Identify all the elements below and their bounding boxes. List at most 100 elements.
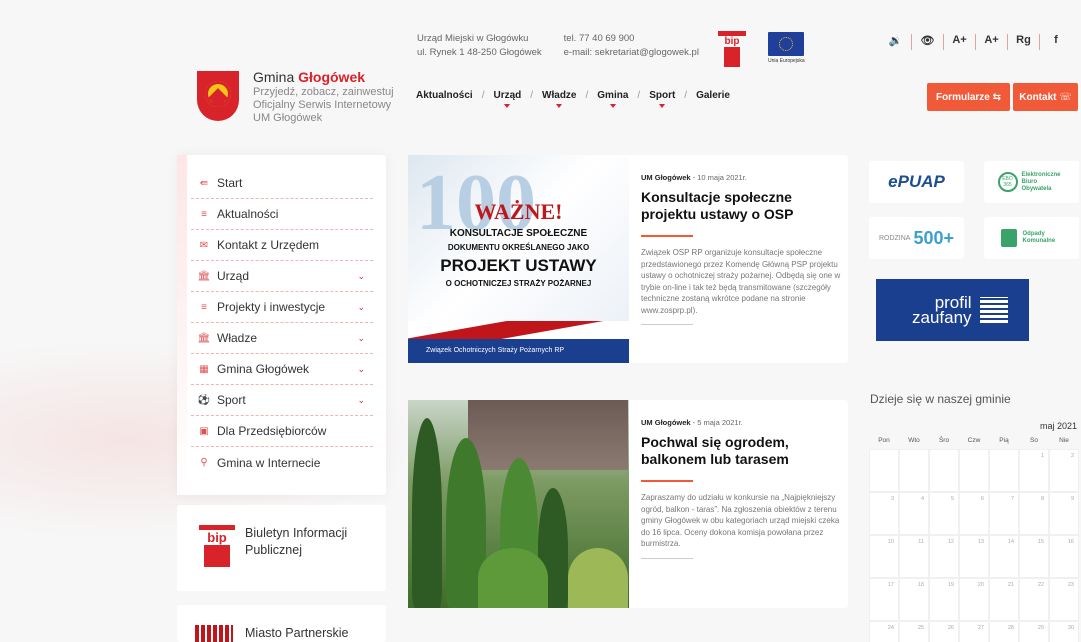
font-increase-large-button[interactable]: A+ xyxy=(976,34,1008,50)
calendar-day[interactable] xyxy=(899,449,929,492)
ebo-label: Elektroniczne Biuro Obywatela xyxy=(1021,171,1061,192)
calendar-day[interactable]: 14 xyxy=(989,535,1019,578)
calendar-day[interactable]: 6 xyxy=(959,492,989,535)
calendar-day[interactable] xyxy=(959,449,989,492)
calendar-day[interactable]: 17 xyxy=(869,578,899,621)
bip-header-logo[interactable]: bip xyxy=(718,31,746,67)
calendar-day[interactable]: 8 xyxy=(1019,492,1049,535)
site-logo[interactable]: Gmina Głogówek Przyjedź, zobacz, zainwes… xyxy=(197,69,394,125)
nav-aktualnosci[interactable]: Aktualności xyxy=(416,90,473,101)
article-title[interactable]: Konsultacje społeczne projektu ustawy o … xyxy=(641,189,841,223)
audio-icon[interactable]: 🔉 xyxy=(880,34,912,50)
sidebar-item-label: Aktualności xyxy=(217,207,279,221)
calendar-day[interactable]: 1 xyxy=(1019,449,1049,492)
calendar-day[interactable]: 16 xyxy=(1049,535,1079,578)
calendar-day[interactable]: 29 xyxy=(1019,621,1049,642)
partner-city-box[interactable]: Miasto Partnerskie xyxy=(177,605,386,642)
partner-city-label: Miasto Partnerskie xyxy=(245,626,349,640)
calendar-day[interactable]: 24 xyxy=(869,621,899,642)
nav-wladze[interactable]: Władze xyxy=(542,90,577,108)
font-increase-button[interactable]: A+ xyxy=(944,34,976,50)
email-link[interactable]: e-mail: sekretariat@glogowek.pl xyxy=(564,46,699,60)
program-500-logo: 500+ xyxy=(913,227,955,248)
profil-zaufany-text: profil zaufany xyxy=(912,294,972,326)
sidebar-item-projekty[interactable]: ≡ Projekty i inwestycje ⌄ xyxy=(191,292,373,323)
nav-gmina[interactable]: Gmina xyxy=(597,90,628,108)
calendar-day[interactable]: 2 xyxy=(1049,449,1079,492)
address-line-2: ul. Rynek 1 48-250 Głogówek xyxy=(417,47,542,58)
bip-logo-icon: bip xyxy=(199,525,235,567)
sidebar-item-gmina[interactable]: ▦ Gmina Głogówek ⌄ xyxy=(191,354,373,385)
odpady-link[interactable]: Odpady Komunalne xyxy=(984,217,1079,259)
sidebar-item-kontakt[interactable]: ✉ Kontakt z Urzędem xyxy=(191,230,373,261)
calendar-day[interactable]: 18 xyxy=(899,578,929,621)
sidebar-item-internet[interactable]: ⚲ Gmina w Internecie xyxy=(191,447,373,478)
sidebar-item-wladze[interactable]: 🏛 Władze ⌄ xyxy=(191,323,373,354)
forms-button[interactable]: Formularze ⇆ xyxy=(927,83,1010,111)
nav-sport[interactable]: Sport xyxy=(649,90,675,108)
article-author: UM Głogówek xyxy=(641,173,691,182)
calendar-day[interactable]: 4 xyxy=(899,492,929,535)
article-card[interactable]: UM Głogówek - 5 maja 2021r. Pochwal się … xyxy=(408,400,848,608)
calendar-day[interactable]: 27 xyxy=(959,621,989,642)
calendar-day[interactable]: 30 xyxy=(1049,621,1079,642)
calendar-day[interactable]: 11 xyxy=(899,535,929,578)
sidebar-item-label: Dla Przedsiębiorców xyxy=(217,424,327,438)
sidebar-item-label: Start xyxy=(217,176,243,190)
contact-button[interactable]: Kontakt ☏ xyxy=(1013,83,1078,111)
sidebar-item-przedsiebiorcy[interactable]: ▣ Dla Przedsiębiorców xyxy=(191,416,373,447)
facebook-icon[interactable]: f xyxy=(1040,34,1072,50)
calendar-day[interactable] xyxy=(929,449,959,492)
sidebar-item-start[interactable]: ⇚ Start xyxy=(191,168,373,199)
calendar-day[interactable]: 25 xyxy=(899,621,929,642)
profil-zaufany-banner[interactable]: profil zaufany xyxy=(876,279,1029,341)
coat-of-arms-icon xyxy=(197,71,239,121)
site-title-name: Głogówek xyxy=(298,69,366,85)
site-title: Gmina Głogówek xyxy=(253,69,394,85)
calendar-day[interactable]: 3 xyxy=(869,492,899,535)
sidebar-item-label: Gmina w Internecie xyxy=(217,455,321,470)
calendar-day[interactable]: 13 xyxy=(959,535,989,578)
calendar-day[interactable]: 5 xyxy=(929,492,959,535)
calendar-day[interactable]: 9 xyxy=(1049,492,1079,535)
calendar-day[interactable]: 26 xyxy=(929,621,959,642)
calendar-day[interactable]: 7 xyxy=(989,492,1019,535)
epuap-link[interactable]: ePUAP xyxy=(869,161,964,203)
contrast-icon[interactable]: 👁 xyxy=(912,34,944,50)
article-image[interactable]: 100 WAŻNE! KONSULTACJE SPOŁECZNE DOKUMEN… xyxy=(408,155,629,363)
calendar-day[interactable]: 22 xyxy=(1019,578,1049,621)
calendar-day[interactable]: 23 xyxy=(1049,578,1079,621)
logo-text: Gmina Głogówek Przyjedź, zobacz, zainwes… xyxy=(253,69,394,125)
ebo-link[interactable]: EBO 365 Elektroniczne Biuro Obywatela xyxy=(984,161,1079,203)
bip-flag xyxy=(204,545,230,567)
article-title[interactable]: Pochwal się ogrodem, balkonem lub tarase… xyxy=(641,434,841,468)
sidebar-item-sport[interactable]: ⚽ Sport ⌄ xyxy=(191,385,373,416)
bip-box[interactable]: bip Biuletyn Informacji Publicznej xyxy=(177,505,386,591)
calendar-day[interactable]: 28 xyxy=(989,621,1019,642)
sidebar-item-aktualnosci[interactable]: ≡ Aktualności xyxy=(191,199,373,230)
calendar-day[interactable] xyxy=(989,449,1019,492)
nav-urzad[interactable]: Urząd xyxy=(493,90,521,108)
sign-language-icon[interactable]: Rg xyxy=(1008,34,1040,50)
calendar-day[interactable]: 21 xyxy=(989,578,1019,621)
nav-galerie[interactable]: Galerie xyxy=(696,90,730,101)
caret-down-icon xyxy=(504,104,511,108)
article-image[interactable] xyxy=(408,400,629,608)
bip-label-line-1: Biuletyn Informacji xyxy=(245,526,348,540)
sidebar-item-urzad[interactable]: 🏛 Urząd ⌄ xyxy=(191,261,373,292)
image-stripe xyxy=(408,321,629,339)
caret-down-icon xyxy=(609,104,616,108)
article-card[interactable]: 100 WAŻNE! KONSULTACJE SPOŁECZNE DOKUMEN… xyxy=(408,155,848,363)
calendar-day[interactable]: 12 xyxy=(929,535,959,578)
calendar-day[interactable]: 10 xyxy=(869,535,899,578)
calendar-day[interactable] xyxy=(869,449,899,492)
article-body: UM Głogówek - 10 maja 2021r. Konsultacje… xyxy=(641,173,841,325)
calendar-day[interactable]: 15 xyxy=(1019,535,1049,578)
title-underline xyxy=(641,235,693,237)
bip-flag-icon xyxy=(724,47,740,67)
calendar-day[interactable]: 19 xyxy=(929,578,959,621)
events-calendar: Pon Wto Śro Czw Pią So Nie 1 2 3 4 5 6 7 8 9 10 11… xyxy=(869,433,1079,642)
program-500-link[interactable]: RODZINA 500+ xyxy=(869,217,964,259)
calendar-day[interactable]: 20 xyxy=(959,578,989,621)
phone-text[interactable]: tel. 77 40 69 900 xyxy=(564,32,699,46)
